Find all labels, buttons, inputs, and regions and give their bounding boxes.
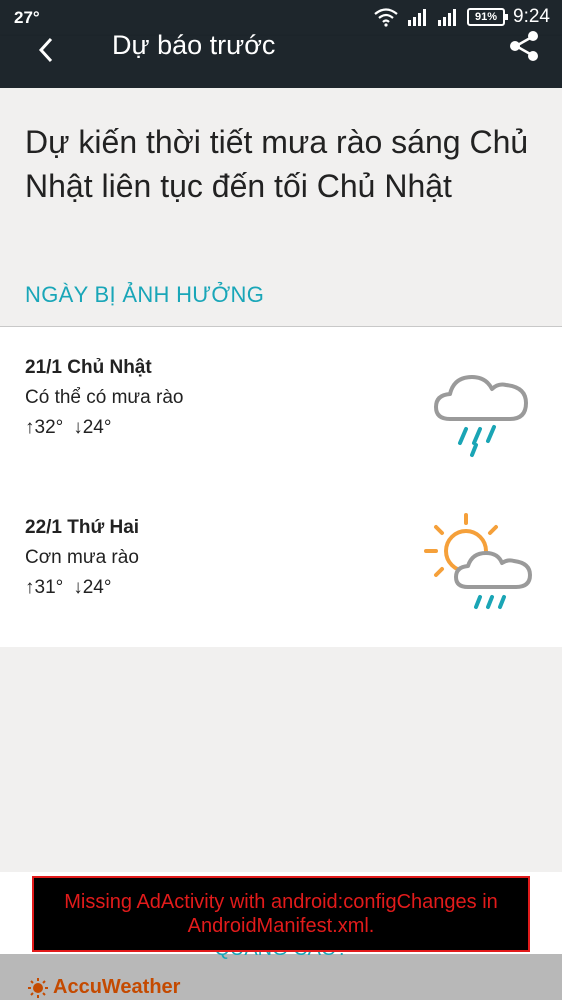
page-title: Dự báo trước	[112, 30, 276, 60]
status-time: 9:24	[513, 6, 550, 27]
chevron-left-icon	[38, 37, 53, 63]
cloud-rain-icon	[434, 375, 528, 457]
status-temperature: 27°	[14, 8, 40, 27]
brand-name: AccuWeather	[53, 976, 181, 998]
affected-days-label: NGÀY BỊ ẢNH HƯỞNG	[25, 282, 265, 307]
share-button[interactable]	[506, 28, 542, 64]
alert-header: Dự kiến thời tiết mưa rào sáng Chủ Nhật …	[0, 88, 562, 326]
list-item[interactable]: 22/1 Thứ Hai Cơn mưa rào ↑31° ↓24°	[0, 487, 562, 647]
day-temperatures: ↑31° ↓24°	[25, 577, 111, 599]
share-icon	[510, 31, 538, 61]
day-condition: Cơn mưa rào	[25, 547, 139, 568]
day-low: ↓24°	[73, 417, 112, 438]
signal-icon	[408, 9, 427, 26]
day-date: 22/1 Thứ Hai	[25, 517, 140, 538]
app-bar: Dự báo trước	[0, 30, 562, 88]
day-date: 21/1 Chủ Nhật	[25, 357, 152, 378]
sun-cloud-rain-icon	[424, 513, 532, 609]
accuweather-logo: AccuWeather	[28, 976, 180, 999]
day-low: ↓24°	[73, 577, 112, 598]
status-icons: 91% 9:24	[373, 6, 550, 28]
day-temperatures: ↑32° ↓24°	[25, 417, 111, 439]
day-condition: Có thể có mưa rào	[25, 387, 184, 408]
ad-error-message: Missing AdActivity with android:configCh…	[32, 876, 530, 952]
affected-days-list: 21/1 Chủ Nhật Có thể có mưa rào ↑32° ↓24…	[0, 327, 562, 647]
list-item[interactable]: 21/1 Chủ Nhật Có thể có mưa rào ↑32° ↓24…	[0, 327, 562, 487]
battery-icon: 91%	[467, 8, 509, 26]
alert-headline: Dự kiến thời tiết mưa rào sáng Chủ Nhật …	[25, 124, 529, 204]
back-button[interactable]	[28, 32, 64, 68]
wifi-icon	[374, 8, 398, 27]
status-bar: 27° 91% 9:24	[0, 0, 562, 36]
signal-icon-secondary	[438, 9, 457, 26]
sun-logo-icon	[28, 977, 48, 998]
day-high: ↑31°	[25, 577, 64, 598]
day-high: ↑32°	[25, 417, 64, 438]
